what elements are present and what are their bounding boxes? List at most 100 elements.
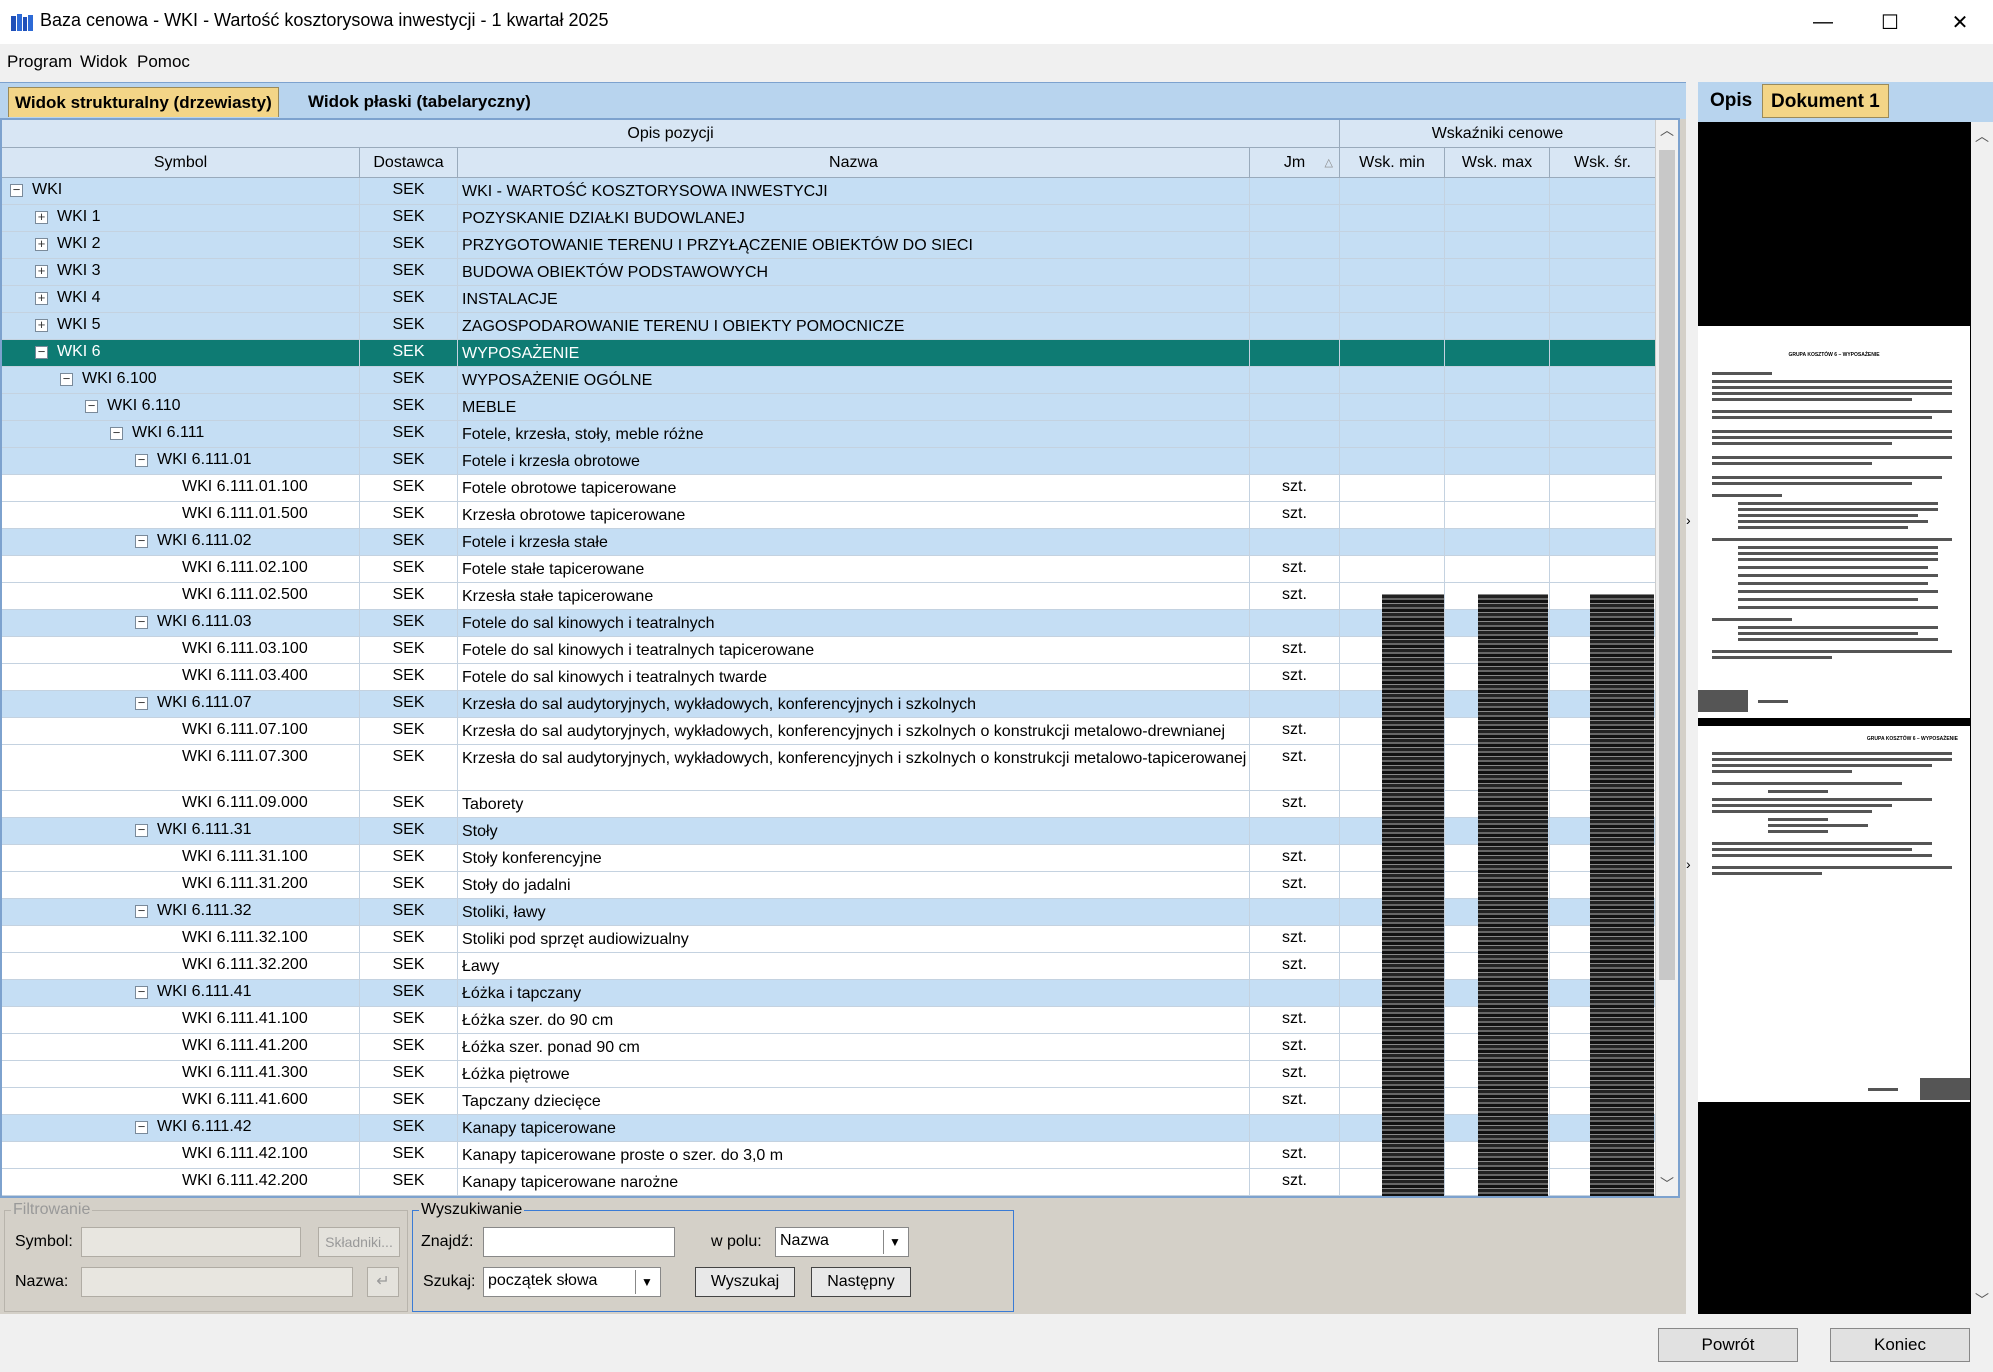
scroll-down-icon[interactable]: ﹀ bbox=[1656, 1174, 1678, 1194]
search-button[interactable]: Wyszukaj bbox=[695, 1267, 795, 1297]
jm-cell: szt. bbox=[1250, 926, 1340, 952]
table-row[interactable]: + WKI 1 SEK POZYSKANIE DZIAŁKI BUDOWLANEJ bbox=[2, 205, 1656, 232]
collapse-icon[interactable]: − bbox=[35, 345, 48, 359]
collapse-icon[interactable]: − bbox=[60, 372, 73, 386]
table-row[interactable]: WKI 6.111.01.500 SEK Krzesła obrotowe tapi… bbox=[2, 502, 1656, 529]
end-button[interactable]: Koniec bbox=[1830, 1328, 1970, 1362]
tab-dokument-1[interactable]: Dokument 1 bbox=[1762, 84, 1889, 118]
symbol-cell: + WKI 2 bbox=[2, 232, 360, 258]
dostawca-cell: SEK bbox=[360, 745, 458, 790]
search-mode-select[interactable]: początek słowa ▼ bbox=[483, 1267, 661, 1297]
grid-vertical-scrollbar[interactable]: ︿ ﹀ bbox=[1655, 120, 1678, 1196]
col-header-wsk-sr[interactable]: Wsk. śr. bbox=[1550, 148, 1656, 178]
wsk-sr-cell bbox=[1550, 556, 1656, 582]
table-row[interactable]: − WKI 6.100 SEK WYPOSAŻENIE OGÓLNE bbox=[2, 367, 1656, 394]
collapse-icon[interactable]: − bbox=[135, 904, 148, 918]
wsk-max-cell bbox=[1445, 475, 1550, 501]
nazwa-cell: PRZYGOTOWANIE TERENU I PRZYŁĄCZENIE OBIE… bbox=[458, 232, 1250, 258]
scroll-thumb[interactable] bbox=[1659, 150, 1675, 980]
table-row[interactable]: + WKI 4 SEK INSTALACJE bbox=[2, 286, 1656, 313]
table-row[interactable]: WKI 6.111.02.100 SEK Fotele stałe tapicero… bbox=[2, 556, 1656, 583]
col-header-wsk-max[interactable]: Wsk. max bbox=[1445, 148, 1550, 178]
dostawca-cell: SEK bbox=[360, 583, 458, 609]
collapse-icon[interactable]: − bbox=[135, 534, 148, 548]
collapse-icon[interactable]: − bbox=[135, 615, 148, 629]
collapse-icon[interactable]: − bbox=[10, 183, 23, 197]
back-button[interactable]: Powrót bbox=[1658, 1328, 1798, 1362]
jm-cell: szt. bbox=[1250, 1061, 1340, 1087]
dropdown-arrow-icon: ▼ bbox=[883, 1230, 906, 1254]
table-row[interactable]: + WKI 3 SEK BUDOWA OBIEKTÓW PODSTAWOWYCH bbox=[2, 259, 1656, 286]
tab-opis[interactable]: Opis bbox=[1702, 84, 1760, 118]
filter-apply-button: ↵ bbox=[367, 1267, 399, 1297]
dostawca-cell: SEK bbox=[360, 556, 458, 582]
minimize-button[interactable]: — bbox=[1793, 0, 1853, 44]
table-row[interactable]: − WKI 6.111.02 SEK Fotele i krzesła stałe bbox=[2, 529, 1656, 556]
symbol-cell: − WKI bbox=[2, 178, 360, 204]
wsk-sr-cell bbox=[1550, 205, 1656, 231]
collapse-icon[interactable]: − bbox=[110, 426, 123, 440]
scroll-up-icon[interactable]: ︿ bbox=[1656, 120, 1678, 140]
document-scrollbar[interactable]: ︿ ﹀ bbox=[1971, 122, 1993, 1314]
nazwa-cell: Krzesła do sal audytoryjnych, wykładowyc… bbox=[458, 745, 1250, 790]
expand-icon[interactable]: + bbox=[35, 291, 48, 305]
expand-icon[interactable]: + bbox=[35, 264, 48, 278]
maximize-button[interactable]: ☐ bbox=[1860, 0, 1920, 44]
collapse-icon[interactable]: − bbox=[135, 453, 148, 467]
table-row[interactable]: − WKI 6.110 SEK MEBLE bbox=[2, 394, 1656, 421]
table-row[interactable]: − WKI 6.111 SEK Fotele, krzesła, stoły, meb… bbox=[2, 421, 1656, 448]
chevron-right-icon[interactable]: › bbox=[1686, 856, 1691, 872]
expand-icon[interactable]: + bbox=[35, 318, 48, 332]
menu-program[interactable]: Program bbox=[7, 52, 72, 72]
table-row[interactable]: − WKI SEK WKI - WARTOŚĆ KOSZTORYSOWA INWEST… bbox=[2, 178, 1656, 205]
search-mode-label: Szukaj: bbox=[423, 1273, 476, 1290]
menu-widok[interactable]: Widok bbox=[80, 52, 127, 72]
col-header-wsk-min[interactable]: Wsk. min bbox=[1340, 148, 1445, 178]
dostawca-cell: SEK bbox=[360, 421, 458, 447]
collapse-icon[interactable]: − bbox=[135, 985, 148, 999]
tab-flat-view[interactable]: Widok płaski (tabelaryczny) bbox=[302, 87, 537, 117]
collapse-icon[interactable]: − bbox=[135, 1120, 148, 1134]
chevron-right-icon[interactable]: › bbox=[1686, 512, 1691, 528]
table-row[interactable]: + WKI 2 SEK PRZYGOTOWANIE TERENU I PRZYŁĄCZ… bbox=[2, 232, 1656, 259]
dostawca-cell: SEK bbox=[360, 232, 458, 258]
col-header-nazwa[interactable]: Nazwa bbox=[458, 148, 1250, 178]
tab-structural-view[interactable]: Widok strukturalny (drzewiasty) bbox=[8, 87, 279, 117]
jm-cell: szt. bbox=[1250, 637, 1340, 663]
col-header-dostawca[interactable]: Dostawca bbox=[360, 148, 458, 178]
dostawca-cell: SEK bbox=[360, 394, 458, 420]
table-row[interactable]: + WKI 5 SEK ZAGOSPODAROWANIE TERENU I OBIEK… bbox=[2, 313, 1656, 340]
dostawca-cell: SEK bbox=[360, 178, 458, 204]
symbol-cell: WKI 6.111.31.100 bbox=[2, 845, 360, 871]
panel-splitter[interactable]: › › bbox=[1686, 82, 1698, 1314]
view-tabs: Widok strukturalny (drzewiasty) Widok pł… bbox=[0, 82, 1686, 119]
expand-icon[interactable]: + bbox=[35, 210, 48, 224]
jm-cell: szt. bbox=[1250, 1034, 1340, 1060]
dostawca-cell: SEK bbox=[360, 1061, 458, 1087]
col-header-jm[interactable]: Jm △ bbox=[1250, 148, 1340, 178]
nazwa-cell: ZAGOSPODAROWANIE TERENU I OBIEKTY POMOCN… bbox=[458, 313, 1250, 339]
collapse-icon[interactable]: − bbox=[135, 696, 148, 710]
symbol-cell: WKI 6.111.02.500 bbox=[2, 583, 360, 609]
wsk-max-cell bbox=[1445, 556, 1550, 582]
nazwa-cell: Stoły konferencyjne bbox=[458, 845, 1250, 871]
expand-icon[interactable]: + bbox=[35, 237, 48, 251]
search-field-select[interactable]: Nazwa ▼ bbox=[775, 1227, 909, 1257]
symbol-cell: WKI 6.111.01.100 bbox=[2, 475, 360, 501]
symbol-cell: + WKI 1 bbox=[2, 205, 360, 231]
close-button[interactable]: ✕ bbox=[1930, 0, 1990, 44]
table-row[interactable]: − WKI 6 SEK WYPOSAŻENIE bbox=[2, 340, 1656, 367]
nazwa-cell: Fotele do sal kinowych i teatralnych twa… bbox=[458, 664, 1250, 690]
menu-pomoc[interactable]: Pomoc bbox=[137, 52, 190, 72]
table-row[interactable]: − WKI 6.111.01 SEK Fotele i krzesła obrotow… bbox=[2, 448, 1656, 475]
search-find-input[interactable] bbox=[483, 1227, 675, 1257]
nazwa-cell: Fotele, krzesła, stoły, meble różne bbox=[458, 421, 1250, 447]
table-row[interactable]: WKI 6.111.01.100 SEK Fotele obrotowe tapic… bbox=[2, 475, 1656, 502]
collapse-icon[interactable]: − bbox=[135, 823, 148, 837]
symbol-cell: − WKI 6 bbox=[2, 340, 360, 366]
scroll-up-icon[interactable]: ︿ bbox=[1971, 126, 1993, 146]
scroll-down-icon[interactable]: ﹀ bbox=[1971, 1290, 1993, 1310]
collapse-icon[interactable]: − bbox=[85, 399, 98, 413]
next-button[interactable]: Następny bbox=[811, 1267, 911, 1297]
col-header-symbol[interactable]: Symbol bbox=[2, 148, 360, 178]
